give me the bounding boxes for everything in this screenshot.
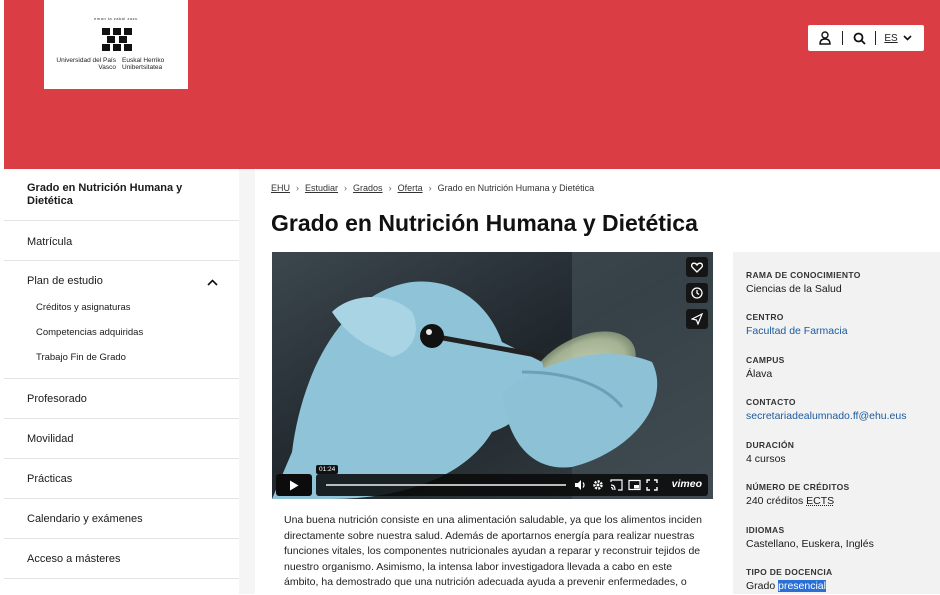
contact-email-link[interactable]: secretariadealumnado.ff@ehu.eus: [746, 410, 906, 422]
chevron-right-icon: ›: [344, 183, 347, 193]
university-logo[interactable]: eman ta zabal zazu Universidad del País …: [44, 0, 188, 89]
logo-text-es: Universidad del País Vasco: [52, 57, 116, 71]
video-progress-bar[interactable]: vimeo: [316, 474, 708, 496]
clock-icon: [691, 287, 703, 299]
sidebar-item-calendario[interactable]: Calendario y exámenes: [4, 498, 239, 539]
page-title: Grado en Nutrición Humana y Dietética: [271, 210, 698, 237]
program-description: Una buena nutrición consiste en una alim…: [284, 513, 704, 591]
volume-icon[interactable]: [574, 479, 586, 491]
search-icon: [853, 32, 866, 45]
logo-emblem-icon: [100, 26, 134, 54]
sidebar-title[interactable]: Grado en Nutrición Humana y Dietética: [27, 182, 217, 208]
sidebar: Grado en Nutrición Humana y Dietética Ma…: [4, 169, 239, 594]
video-time-badge: 01:24: [316, 465, 338, 474]
campus-value: Álava: [746, 368, 772, 380]
sidebar-subitem-tfg[interactable]: Trabajo Fin de Grado: [36, 352, 126, 363]
settings-gear-icon[interactable]: [592, 479, 604, 491]
fullscreen-icon[interactable]: [646, 479, 658, 491]
rama-label: RAMA DE CONOCIMIENTO: [746, 270, 861, 280]
ects-abbr: ECTS: [806, 495, 834, 507]
program-info-panel: RAMA DE CONOCIMIENTO Ciencias de la Salu…: [733, 252, 940, 594]
creditos-value: 240 créditos ECTS: [746, 495, 834, 507]
breadcrumb-link-oferta[interactable]: Oferta: [398, 183, 423, 193]
video-controls: vimeo: [276, 474, 708, 496]
sidebar-item-plan-de-estudio[interactable]: Plan de estudio: [4, 260, 239, 301]
heart-icon: [691, 262, 703, 273]
creditos-number: 240 créditos: [746, 495, 803, 507]
chevron-up-icon: [207, 279, 218, 286]
breadcrumb-link-ehu[interactable]: EHU: [271, 183, 290, 193]
rama-value: Ciencias de la Salud: [746, 283, 842, 295]
vimeo-logo[interactable]: vimeo: [672, 478, 702, 490]
chevron-right-icon: ›: [296, 183, 299, 193]
search-button[interactable]: [843, 25, 875, 51]
sidebar-item-masteres[interactable]: Acceso a másteres: [4, 538, 239, 579]
seek-track[interactable]: [326, 484, 566, 486]
breadcrumb: EHU › Estudiar › Grados › Oferta › Grado…: [271, 183, 594, 193]
docencia-value: Grado presencial: [746, 580, 826, 592]
sidebar-item-profesorado[interactable]: Profesorado: [4, 378, 239, 419]
sidebar-item-label: Plan de estudio: [27, 275, 103, 287]
breadcrumb-link-grados[interactable]: Grados: [353, 183, 383, 193]
chevron-right-icon: ›: [429, 183, 432, 193]
creditos-label: NÚMERO DE CRÉDITOS: [746, 482, 849, 492]
chevron-down-icon: [903, 35, 912, 41]
video-player[interactable]: [272, 252, 713, 499]
sidebar-item-label: Matrícula: [27, 236, 72, 248]
sidebar-item-label: Profesorado: [27, 393, 87, 405]
breadcrumb-link-estudiar[interactable]: Estudiar: [305, 183, 338, 193]
chevron-right-icon: ›: [389, 183, 392, 193]
idiomas-value: Castellano, Euskera, Inglés: [746, 538, 874, 550]
picture-in-picture-icon[interactable]: [628, 479, 641, 491]
logo-motto: eman ta zabal zazu: [44, 16, 188, 21]
idiomas-label: IDIOMAS: [746, 525, 784, 535]
utility-bar: ES: [808, 25, 924, 51]
sidebar-item-label: Movilidad: [27, 433, 73, 445]
sidebar-item-practicas[interactable]: Prácticas: [4, 458, 239, 499]
logo-text-eu: Euskal Herriko Unibertsitatea: [122, 57, 186, 71]
user-button[interactable]: [808, 25, 842, 51]
sidebar-gutter: [239, 169, 255, 594]
campus-label: CAMPUS: [746, 355, 785, 365]
selected-text: presencial: [778, 580, 826, 592]
language-label: ES: [884, 33, 897, 44]
centro-link[interactable]: Facultad de Farmacia: [746, 325, 848, 337]
play-icon: [289, 480, 299, 491]
like-button[interactable]: [686, 257, 708, 277]
sidebar-item-movilidad[interactable]: Movilidad: [4, 418, 239, 459]
user-icon: [819, 31, 831, 45]
cast-icon[interactable]: [610, 479, 623, 491]
contacto-label: CONTACTO: [746, 397, 796, 407]
docencia-prefix: Grado: [746, 580, 775, 592]
sidebar-item-label: Calendario y exámenes: [27, 513, 143, 525]
duracion-value: 4 cursos: [746, 453, 786, 465]
docencia-label: TIPO DE DOCENCIA: [746, 567, 833, 577]
duracion-label: DURACIÓN: [746, 440, 794, 450]
breadcrumb-current: Grado en Nutrición Humana y Dietética: [438, 183, 595, 193]
sidebar-subitem-competencias[interactable]: Competencias adquiridas: [36, 327, 143, 338]
play-button[interactable]: [276, 474, 312, 496]
sidebar-subitem-creditos[interactable]: Créditos y asignaturas: [36, 302, 131, 313]
share-button[interactable]: [686, 309, 708, 329]
watch-later-button[interactable]: [686, 283, 708, 303]
sidebar-item-next[interactable]: [4, 578, 239, 595]
sidebar-item-matricula[interactable]: Matrícula: [4, 220, 239, 261]
send-icon: [691, 313, 703, 325]
sidebar-item-label: Acceso a másteres: [27, 553, 121, 565]
language-selector[interactable]: ES: [876, 25, 920, 51]
centro-label: CENTRO: [746, 312, 784, 322]
video-frame: [272, 252, 713, 499]
sidebar-item-label: Prácticas: [27, 473, 72, 485]
